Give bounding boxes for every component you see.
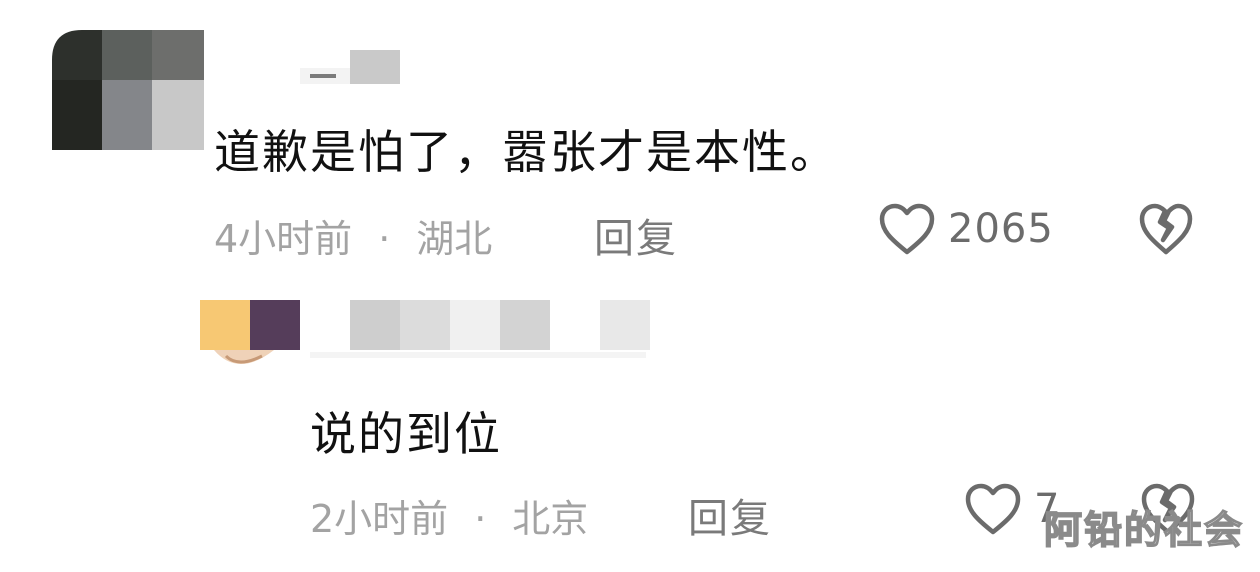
username-blurred[interactable] [300,50,400,84]
heart-outline-icon [965,483,1021,535]
like-button[interactable]: 2065 [878,202,1054,256]
comment-time: 2小时前 [310,497,449,541]
comment-text: 说的到位 [310,407,502,461]
avatar-and-username-blurred[interactable] [200,300,652,382]
reply-button[interactable]: 回复 [688,486,772,544]
heart-outline-icon [879,203,935,255]
comment-time: 4小时前 [214,217,353,261]
broken-heart-icon [1139,203,1193,255]
meta-separator: · [474,497,487,541]
dislike-button[interactable] [1138,202,1194,260]
comment-meta: 4小时前 · 湖北 [214,208,492,263]
meta-separator: · [378,217,391,261]
watermark: 阿铅的社会 [1043,507,1244,553]
comment-location: 北京 [512,497,589,541]
comment-location: 湖北 [416,217,493,261]
comment-thread: 道歉是怕了，嚣张才是本性。 4小时前 · 湖北 回复 2065 说的到位 2小时… [0,0,1260,572]
like-count: 2065 [948,206,1054,252]
avatar[interactable] [52,30,204,150]
reply-button[interactable]: 回复 [594,206,678,264]
comment-meta: 2小时前 · 北京 [310,488,588,543]
comment-text: 道歉是怕了，嚣张才是本性。 [214,125,838,179]
